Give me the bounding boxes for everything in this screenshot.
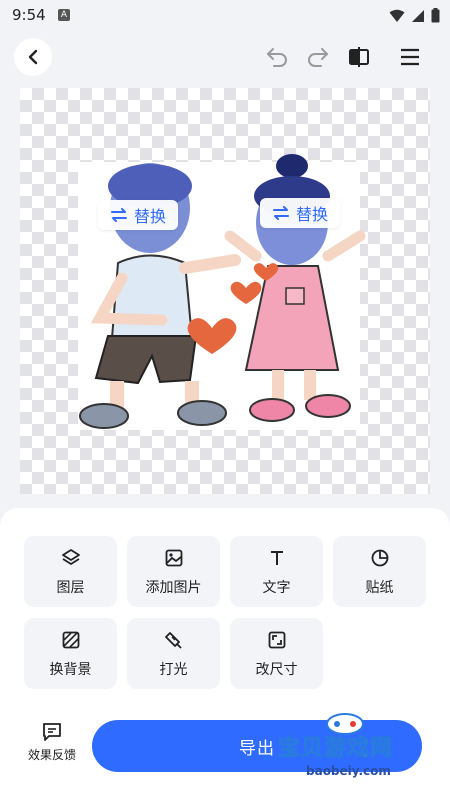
tool-label: 图层 — [56, 579, 85, 596]
tool-label: 换背景 — [49, 661, 92, 678]
chevron-left-icon — [28, 49, 38, 65]
wifi-icon — [389, 9, 405, 22]
site-watermark: 宝贝游戏网 baobeiy.com — [270, 710, 430, 782]
compare-icon — [349, 47, 369, 67]
tool-label: 贴纸 — [365, 579, 394, 596]
watermark-text: 宝贝游戏网 — [277, 736, 394, 762]
editor-canvas[interactable]: 替换 替换 — [20, 88, 430, 494]
replace-label: 替换 — [296, 205, 329, 224]
feedback-button[interactable]: 效果反馈 — [22, 722, 82, 763]
notification-icon: A — [58, 9, 70, 21]
feedback-icon — [43, 723, 61, 741]
text-icon — [270, 550, 283, 565]
swap-icon — [273, 206, 289, 220]
tool-label: 添加图片 — [145, 579, 202, 596]
undo-icon — [267, 48, 287, 67]
tool-lighting[interactable]: 打光 — [127, 618, 220, 689]
swap-icon — [111, 208, 127, 222]
tool-resize[interactable]: 改尺寸 — [230, 618, 323, 689]
tool-layers[interactable]: 图层 — [24, 536, 117, 607]
lighting-icon — [164, 631, 182, 649]
menu-button[interactable] — [397, 44, 423, 70]
redo-button[interactable] — [305, 44, 331, 70]
background-icon — [62, 631, 79, 648]
sticker-icon — [371, 549, 388, 566]
menu-icon — [401, 48, 419, 66]
signal-icon — [412, 9, 424, 22]
status-icons — [389, 8, 440, 23]
watermark-domain: baobeiy.com — [306, 764, 391, 778]
tool-label: 文字 — [262, 579, 291, 596]
back-button[interactable] — [14, 38, 52, 76]
tool-text[interactable]: 文字 — [230, 536, 323, 607]
status-time: 9:54 — [12, 6, 46, 24]
compare-button[interactable] — [346, 44, 372, 70]
cartoon-couple-image — [78, 154, 366, 430]
tool-add-image[interactable]: 添加图片 — [127, 536, 220, 607]
status-bar: 9:54 A — [0, 0, 450, 32]
replace-label: 替换 — [134, 207, 167, 226]
replace-face-button-right[interactable]: 替换 — [260, 198, 341, 228]
layers-icon — [61, 548, 80, 565]
tool-change-background[interactable]: 换背景 — [24, 618, 117, 689]
battery-icon — [431, 8, 440, 23]
top-toolbar — [0, 32, 450, 84]
redo-icon — [308, 48, 328, 67]
undo-button[interactable] — [264, 44, 290, 70]
resize-icon — [268, 631, 285, 648]
tool-label: 打光 — [159, 661, 188, 678]
tool-sticker[interactable]: 贴纸 — [333, 536, 426, 607]
image-icon — [165, 549, 182, 566]
feedback-label: 效果反馈 — [27, 748, 76, 762]
replace-face-button-left[interactable]: 替换 — [98, 200, 179, 230]
tool-label: 改尺寸 — [255, 661, 298, 678]
